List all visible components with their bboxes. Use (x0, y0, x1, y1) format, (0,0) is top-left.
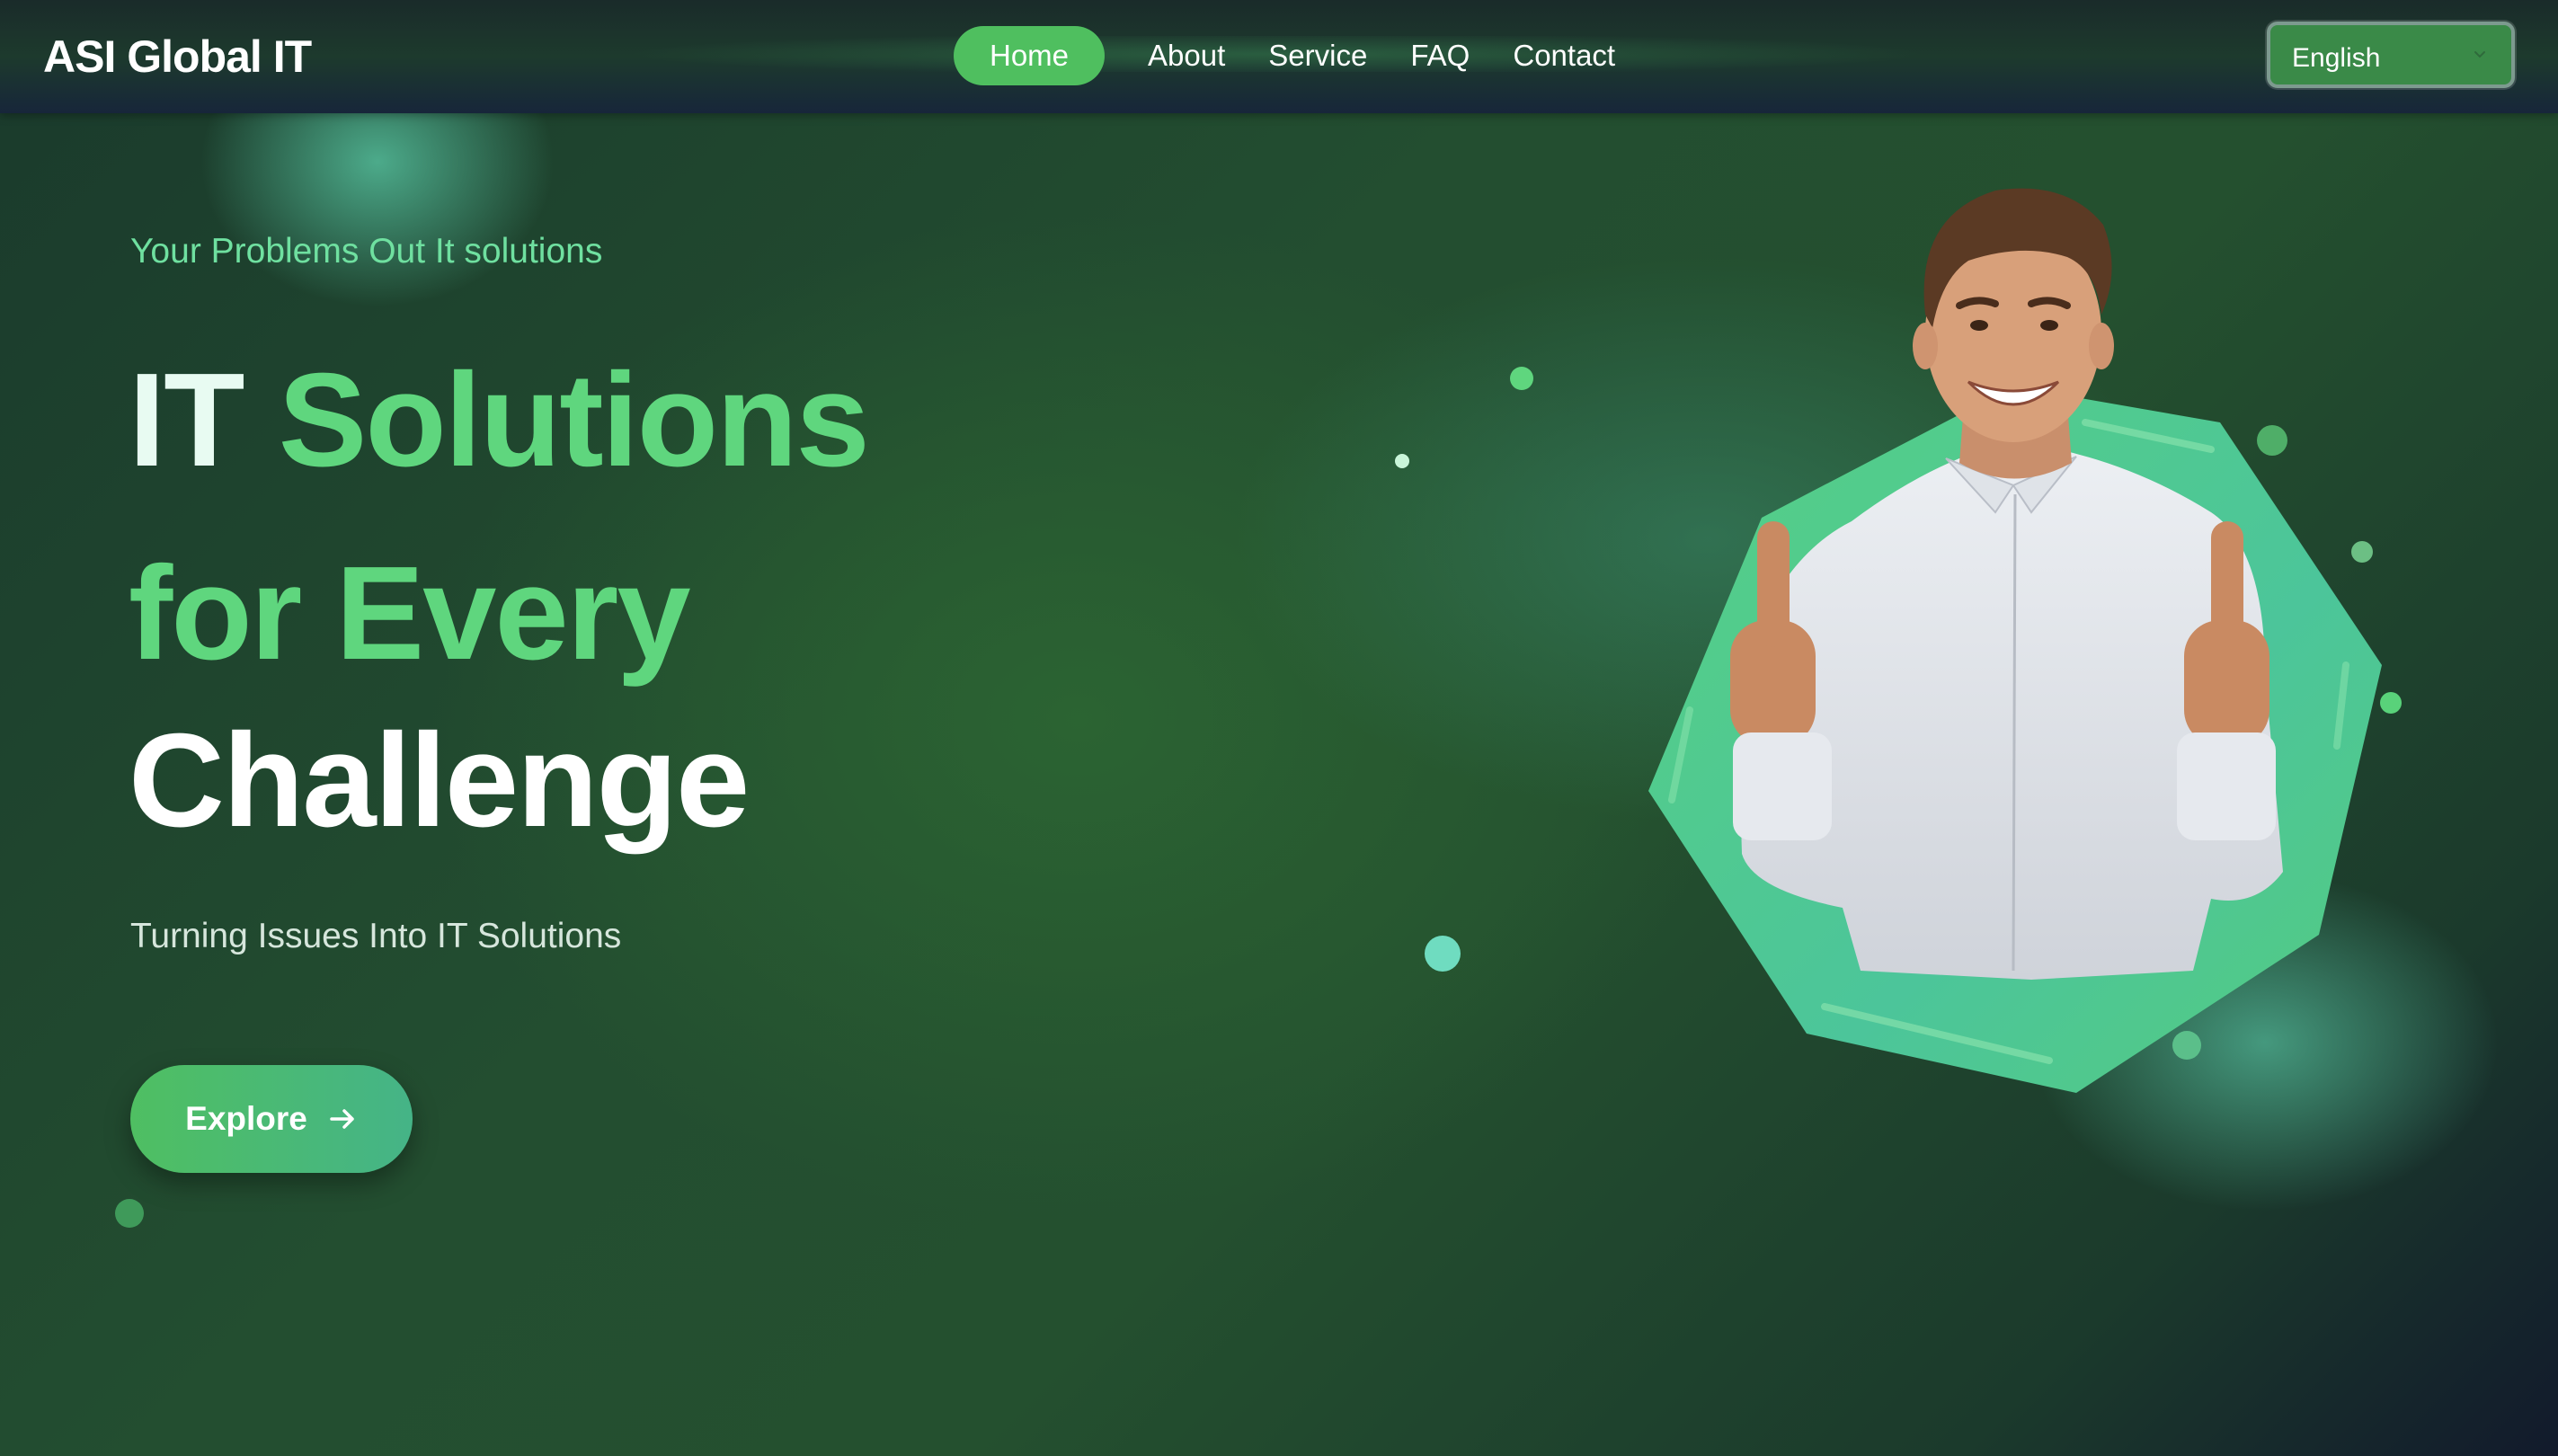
site-logo[interactable]: ASI Global IT (43, 31, 312, 83)
headline-solutions: Solutions (278, 346, 870, 494)
nav-home[interactable]: Home (954, 26, 1106, 85)
hero-person-image (1648, 188, 2382, 1093)
hero-tagline: Your Problems Out It solutions (130, 232, 603, 271)
headline-it: IT (129, 346, 245, 494)
nav-faq[interactable]: FAQ (1389, 26, 1491, 85)
arrow-right-icon (330, 1109, 354, 1129)
nav-contact[interactable]: Contact (1491, 26, 1637, 85)
main-nav: Home About Service FAQ Contact (954, 26, 1637, 85)
explore-button[interactable]: Explore (130, 1065, 413, 1173)
decor-dot (1395, 454, 1409, 468)
language-select-value: English (2292, 43, 2381, 73)
nav-about[interactable]: About (1126, 26, 1247, 85)
hero-headline-line3: Challenge (129, 706, 750, 855)
language-select[interactable]: English (2267, 22, 2515, 88)
chevron-down-icon (2474, 51, 2485, 58)
decor-dot (1425, 936, 1461, 972)
decor-dot (115, 1199, 144, 1228)
explore-button-label: Explore (185, 1100, 307, 1137)
hero-headline-line1: IT Solutions (129, 354, 870, 487)
hero-headline-line2: for Every (129, 539, 691, 688)
nav-service[interactable]: Service (1247, 26, 1389, 85)
hero-subtitle: Turning Issues Into IT Solutions (130, 917, 622, 955)
decor-dot (1510, 367, 1533, 390)
